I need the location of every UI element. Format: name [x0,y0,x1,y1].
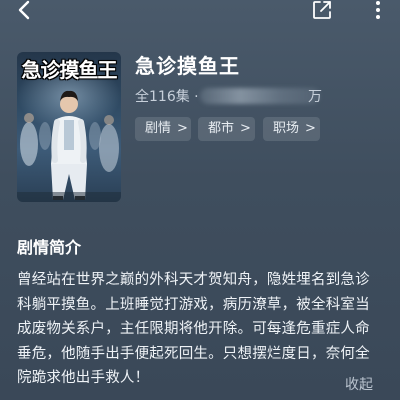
synopsis-line: 成废物关系户，主任限期将他开除。可每逢危重症人命 [17,321,370,337]
more-options-button[interactable] [366,0,390,24]
back-button[interactable] [10,0,38,24]
synopsis-text: 曾经站在世界之巅的外科天才贺知舟，隐姓埋名到急诊 科躺平摸鱼。上班睡觉打游戏，病… [17,268,385,391]
tag-workplace[interactable]: 职场 > [263,117,320,141]
more-vertical-icon [375,0,381,24]
synopsis-line: 科躺平摸鱼。上班睡觉打游戏，病历潦草，被全科室当 [17,296,370,313]
share-button[interactable] [308,0,336,24]
tag-label: 都市 [208,121,235,136]
tag-urban[interactable]: 都市 > [198,117,255,141]
chevron-right-icon: > [177,121,188,136]
synopsis-line: 院跪求他出手救人！ [17,370,150,386]
drama-poster[interactable]: 急诊摸鱼王 [17,52,121,202]
share-icon [311,0,333,25]
synopsis-line: 垂危，他随手出手便起死回生。只想摆烂度日，奈何全 [17,345,370,362]
tag-drama[interactable]: 剧情 > [135,117,191,141]
chevron-right-icon: > [240,121,251,136]
synopsis-heading: 剧情简介 [17,238,82,257]
drama-title: 急诊摸鱼王 [135,54,240,78]
tag-label: 职场 [273,121,300,136]
tag-label: 剧情 [145,121,172,136]
episode-count: 全116集 · [135,89,199,105]
synopsis-line: 曾经站在世界之巅的外科天才贺知舟，隐姓埋名到急诊 [17,272,370,288]
meta-tail: 万 [308,89,322,105]
chevron-right-icon: > [305,121,316,136]
collapse-button[interactable]: 收起 [345,370,373,400]
poster-title-text: 急诊摸鱼王 [21,58,118,82]
chevron-left-icon [17,0,31,24]
top-bar [0,0,400,26]
blurred-meta [200,88,320,104]
